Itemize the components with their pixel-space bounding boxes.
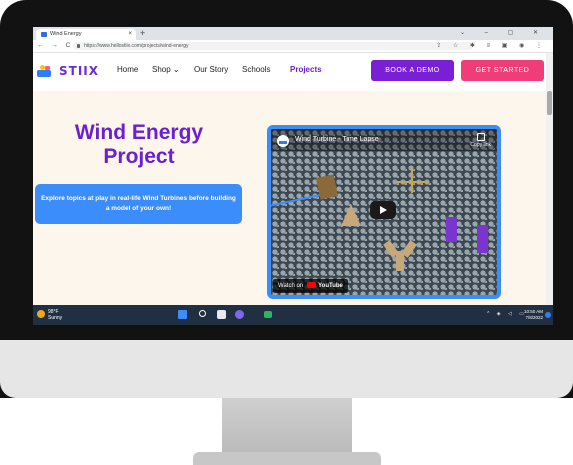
video-embed[interactable]: Wind Turbine - Time Lapse Copy link Watc… bbox=[267, 125, 501, 299]
window-controls[interactable]: ⌄ – ▢ ✕ bbox=[460, 27, 547, 40]
explorer-icon[interactable] bbox=[264, 311, 272, 318]
video-title[interactable]: Wind Turbine - Time Lapse bbox=[295, 136, 379, 143]
get-started-button[interactable]: GET STARTED bbox=[461, 60, 544, 81]
video-header: Wind Turbine - Time Lapse Copy link bbox=[271, 129, 497, 151]
taskbar-clock[interactable]: 10:50 AM 7/8/2022 bbox=[524, 309, 543, 321]
tab-close-icon[interactable]: × bbox=[128, 29, 132, 40]
system-tray-icons[interactable]: ^ ◈ ◁ ▭ bbox=[487, 311, 527, 317]
copy-link-button[interactable]: Copy link bbox=[470, 133, 491, 148]
screen: Wind Energy × + ⌄ – ▢ ✕ ← → C https://ww… bbox=[33, 27, 553, 325]
address-bar[interactable]: https://www.hellostiix.com/projects/wind… bbox=[73, 42, 473, 50]
browser-tab-bar: Wind Energy × + ⌄ – ▢ ✕ bbox=[33, 27, 553, 40]
lock-icon bbox=[77, 44, 80, 48]
stiix-logo[interactable]: STIIX bbox=[37, 63, 111, 79]
youtube-logo-icon bbox=[307, 282, 317, 289]
page-title-line2: Project bbox=[103, 145, 175, 168]
browser-nav-buttons[interactable]: ← → C bbox=[37, 40, 73, 52]
logo-mark-icon bbox=[37, 70, 51, 77]
page-title-line1: Wind Energy bbox=[74, 121, 204, 144]
nav-shop[interactable]: Shop ⌄ bbox=[152, 65, 180, 74]
nav-projects[interactable]: Projects bbox=[290, 65, 322, 74]
watch-on-label: Watch on bbox=[278, 283, 304, 289]
thumbnail-rod-vertical bbox=[411, 167, 413, 193]
chat-icon[interactable] bbox=[235, 310, 244, 319]
new-tab-button[interactable]: + bbox=[140, 28, 145, 39]
monitor-chin bbox=[0, 340, 573, 398]
site-favicon-icon bbox=[41, 32, 47, 37]
book-demo-button[interactable]: BOOK A DEMO bbox=[371, 60, 454, 81]
watch-on-youtube-button[interactable]: Watch on YouTube bbox=[273, 279, 348, 293]
site-header: STIIX Home Shop ⌄ Our Story Schools Proj… bbox=[33, 53, 553, 91]
page-scrollbar[interactable] bbox=[546, 53, 553, 305]
thumbnail-purple-piece bbox=[477, 225, 488, 253]
thumbnail-purple-piece bbox=[446, 217, 457, 242]
page-title: Wind Energy Project bbox=[33, 121, 245, 169]
copy-link-label: Copy link bbox=[470, 142, 491, 148]
thumbnail-y-piece bbox=[383, 237, 417, 271]
nav-home[interactable]: Home bbox=[117, 65, 138, 74]
monitor-base bbox=[193, 452, 381, 465]
channel-avatar[interactable] bbox=[277, 135, 289, 147]
search-icon[interactable] bbox=[199, 310, 206, 317]
copy-icon bbox=[476, 133, 485, 141]
nav-schools[interactable]: Schools bbox=[242, 65, 270, 74]
start-icon[interactable] bbox=[178, 310, 187, 319]
hero-description: Explore topics at play in real-life Wind… bbox=[35, 184, 242, 224]
url-text: https://www.hellostiix.com/projects/wind… bbox=[84, 43, 189, 49]
weather-desc: Sunny bbox=[48, 315, 63, 321]
task-view-icon[interactable] bbox=[217, 310, 226, 319]
clock-date: 7/8/2022 bbox=[525, 315, 543, 320]
nav-our-story[interactable]: Our Story bbox=[194, 65, 228, 74]
logo-text: STIIX bbox=[59, 64, 100, 78]
scrollbar-thumb[interactable] bbox=[547, 91, 552, 115]
youtube-label: YouTube bbox=[318, 283, 343, 289]
logo-block-icon bbox=[45, 66, 50, 70]
browser-toolbar: ← → C https://www.hellostiix.com/project… bbox=[33, 40, 553, 53]
play-button[interactable] bbox=[370, 201, 396, 219]
monitor-stand bbox=[222, 398, 352, 458]
windows-taskbar: 98°F Sunny ^ ◈ ◁ ▭ 10:50 AM 7/8/2022 bbox=[33, 305, 553, 325]
hero-section: Wind Energy Project Explore topics at pl… bbox=[33, 91, 546, 305]
weather-text: 98°F Sunny bbox=[48, 309, 62, 321]
thumbnail-rod-horizontal bbox=[397, 181, 429, 183]
tab-title: Wind Energy bbox=[50, 31, 82, 37]
thumbnail-triangle bbox=[341, 204, 361, 226]
notification-icon[interactable] bbox=[545, 312, 551, 318]
sun-icon bbox=[37, 310, 45, 318]
browser-tab[interactable]: Wind Energy × bbox=[36, 29, 136, 40]
browser-extension-icons[interactable]: ⇪ ☆ ✱ ≡ ▣ ◉ ⋮ bbox=[436, 41, 547, 51]
